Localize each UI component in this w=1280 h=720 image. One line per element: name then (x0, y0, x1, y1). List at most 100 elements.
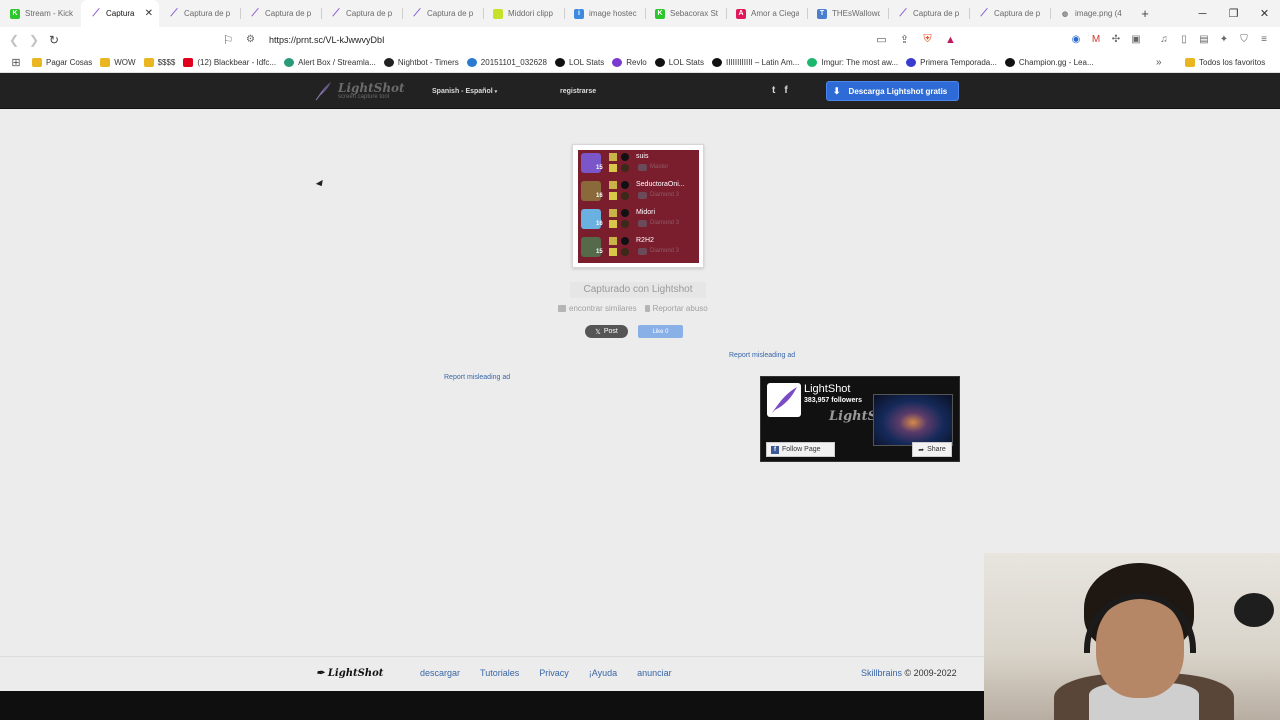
bookmark-item[interactable]: LOL Stats (554, 57, 604, 67)
extensions-puzzle-icon[interactable]: ✣ (1106, 34, 1126, 45)
site-logo[interactable]: LightShot screen capture tool (314, 81, 405, 101)
footer-link[interactable]: ¡Ayuda (589, 668, 617, 678)
restore-icon[interactable]: ❐ (1218, 0, 1249, 27)
new-tab-button[interactable]: + (1135, 6, 1155, 21)
download-button[interactable]: ⬇ Descarga Lightshot gratis (826, 81, 959, 101)
brave-shield-icon[interactable]: ⛨ (916, 33, 939, 46)
bookmark-item[interactable]: $$$$ (143, 57, 175, 67)
facebook-icon[interactable]: f (784, 85, 787, 96)
extension-box-icon[interactable]: ▣ (1126, 34, 1146, 45)
browser-tab[interactable]: A Amor a Ciega (726, 0, 807, 27)
like-label: Like 0 (652, 328, 669, 335)
tab-title: Stream - Kick (25, 9, 73, 18)
browser-tab[interactable]: ⟋ Captura de p (321, 0, 402, 27)
find-similar-label: encontrar similares (569, 304, 637, 313)
language-select[interactable]: Spanish - Español ▾ (432, 88, 497, 95)
bookmark-item[interactable]: Revlo (612, 57, 647, 67)
footer-link[interactable]: Tutoriales (480, 668, 519, 678)
browser-tab[interactable]: K Sebacorax St (645, 0, 726, 27)
fb-page-name[interactable]: LightShot (804, 383, 850, 395)
footer-link[interactable]: descargar (420, 668, 460, 678)
media-icon[interactable]: ♫ (1154, 34, 1174, 45)
address-bar[interactable]: ⚙ https://prnt.sc/VL-kJwwvyDbI (246, 29, 960, 50)
close-tab-icon[interactable]: ✕ (145, 8, 153, 19)
back-icon[interactable]: ❮ (4, 33, 24, 47)
browser-tab[interactable]: ◍ image.png (4 (1050, 0, 1131, 27)
leo-ai-icon[interactable]: ✦ (1214, 34, 1234, 45)
bookmark-item[interactable]: (12) Blackbear - Idfc... (183, 57, 276, 67)
fb-follow-button[interactable]: f Follow Page (766, 442, 835, 457)
browser-tab[interactable]: ⟋ Captura de p (888, 0, 969, 27)
clip-icon (493, 8, 503, 19)
menu-icon[interactable]: ≡ (1254, 34, 1274, 45)
bookmark-item[interactable]: WOW (100, 57, 136, 67)
twitter-icon[interactable]: t (772, 85, 775, 96)
report-ad-link-left[interactable]: Report misleading ad (444, 374, 510, 381)
extension-m-icon[interactable]: M (1086, 34, 1106, 45)
bookmark-item[interactable]: Champion.gg - Lea... (1004, 57, 1094, 67)
bookmark-item[interactable]: Pagar Cosas (32, 57, 92, 67)
browser-tab[interactable]: T THEsWallowd (807, 0, 888, 27)
bookmark-label: 20151101_032628 (480, 57, 547, 67)
wallet-icon[interactable]: ▤ (1194, 34, 1214, 45)
bookmarks-overflow-icon[interactable]: » (1156, 57, 1162, 68)
find-similar-link[interactable]: encontrar similares (558, 304, 637, 313)
bookmark-item[interactable]: IIIIIIIIIIII – Latin Am... (711, 57, 799, 67)
browser-tab[interactable]: i image hostec (564, 0, 645, 27)
bookmark-item[interactable]: LOL Stats (654, 57, 704, 67)
cast-icon[interactable]: ▭ (870, 33, 893, 46)
brave-rewards-icon[interactable]: ▲ (939, 34, 962, 46)
forward-icon[interactable]: ❯ (24, 33, 44, 47)
fb-share-button[interactable]: ➦ Share (912, 442, 952, 457)
rank-emblem-icon (638, 248, 647, 255)
fb-follow-label: Follow Page (782, 446, 821, 453)
bookmark-item[interactable]: Primera Temporada... (906, 57, 997, 67)
footer-link[interactable]: anunciar (637, 668, 672, 678)
report-ad-link-right[interactable]: Report misleading ad (729, 352, 795, 359)
apps-grid-icon[interactable]: ⊞ (0, 56, 32, 69)
player-name: SeductoraOni... (636, 181, 685, 188)
browser-tab[interactable]: ⟋ Captura de p (240, 0, 321, 27)
facebook-page-widget[interactable]: LightShot 383,957 followers LightShot fF… (760, 376, 960, 462)
browser-tab[interactable]: ⟋ Captura de p (969, 0, 1050, 27)
footer-logo[interactable]: ✒ LightShot (316, 668, 383, 679)
all-bookmarks-folder[interactable]: Todos los favoritos (1185, 57, 1265, 67)
player-row: 15 suis Master (578, 150, 699, 178)
screenshot-image[interactable]: 15 suis Master 16 SeductoraOni... Diamond 3 16… (572, 144, 704, 268)
browser-tab[interactable]: ⟋ Captura ✕ (81, 0, 159, 27)
browser-tab[interactable]: ⟋ Captura de p (159, 0, 240, 27)
vpn-icon[interactable]: ⛉ (1234, 34, 1254, 45)
rune-icon (621, 248, 629, 256)
skillbrains-link[interactable]: Skillbrains (861, 668, 902, 678)
bookmark-item[interactable]: Alert Box / Streamla... (284, 57, 376, 67)
kick-icon: K (655, 8, 665, 19)
register-link[interactable]: registrarse (560, 88, 596, 95)
minimize-icon[interactable]: ─ (1187, 0, 1218, 27)
extension-audio-icon[interactable]: ◉ (1066, 34, 1086, 45)
bookmark-item[interactable]: Nightbot - Timers (383, 57, 459, 67)
share-icon[interactable]: ⇪ (893, 33, 916, 46)
browser-tab[interactable]: ⟋ Captura de p (402, 0, 483, 27)
close-window-icon[interactable]: ✕ (1249, 0, 1280, 27)
facebook-like-button[interactable]: Like 0 (638, 325, 683, 338)
player-level: 15 (596, 249, 603, 255)
lightshot-feather-icon: ⟋ (980, 8, 988, 19)
browser-tab[interactable]: Middori clipp (483, 0, 564, 27)
report-abuse-link[interactable]: Reportar abuso (644, 304, 708, 313)
bookmark-page-icon[interactable]: ⚐ (218, 33, 238, 47)
download-label: Descarga Lightshot gratis (848, 86, 948, 96)
bookmark-item[interactable]: 20151101_032628 (466, 57, 547, 67)
site-info-icon[interactable]: ⚙ (246, 34, 262, 45)
caption-label: Capturado con Lightshot (570, 282, 706, 298)
sidebar-icon[interactable]: ▯ (1174, 34, 1194, 45)
camera-icon (558, 305, 566, 313)
site-logo-text: LightShot (338, 81, 405, 95)
fb-followers: 383,957 followers (804, 397, 862, 404)
image-actions: encontrar similares Reportar abuso (558, 304, 708, 313)
player-level: 15 (596, 165, 603, 171)
tweet-button[interactable]: 𝕏 Post (585, 325, 628, 338)
bookmark-item[interactable]: Imgur: The most aw... (807, 57, 898, 67)
browser-tab[interactable]: K Stream - Kick (0, 0, 81, 27)
footer-link[interactable]: Privacy (539, 668, 569, 678)
reload-icon[interactable]: ↻ (44, 33, 64, 47)
